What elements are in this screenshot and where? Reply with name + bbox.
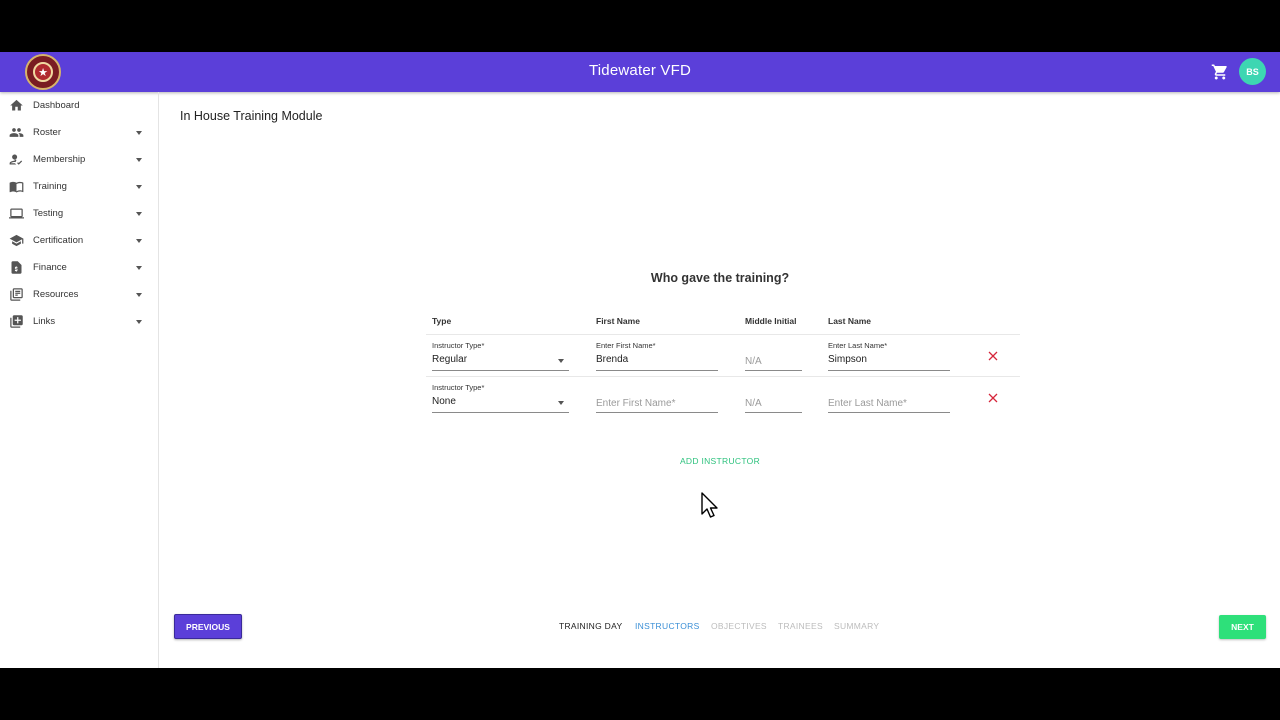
cart-icon[interactable] bbox=[1211, 63, 1229, 81]
remove-instructor-icon[interactable] bbox=[987, 350, 999, 362]
column-header-last-name: Last Name bbox=[828, 316, 871, 326]
step-trainees[interactable]: TRAINEES bbox=[778, 621, 823, 631]
field-underline bbox=[596, 370, 718, 371]
field-placeholder: Enter Last Name* bbox=[828, 398, 907, 409]
library-icon bbox=[10, 288, 23, 301]
field-underline bbox=[432, 370, 569, 371]
chevron-down-icon bbox=[136, 319, 142, 324]
sidebar-item-label: Membership bbox=[33, 154, 86, 165]
table-divider bbox=[426, 334, 1020, 335]
field-label: Enter First Name* bbox=[596, 341, 656, 350]
field-underline bbox=[828, 412, 950, 413]
step-training-day[interactable]: TRAINING DAY bbox=[559, 621, 622, 631]
chevron-down-icon bbox=[136, 157, 142, 162]
field-label: Instructor Type* bbox=[432, 341, 485, 350]
page-title: In House Training Module bbox=[180, 109, 323, 123]
field-underline bbox=[596, 412, 718, 413]
person-check-icon bbox=[9, 154, 23, 165]
sidebar: Dashboard Roster Membership Training Tes… bbox=[0, 92, 159, 668]
step-instructors[interactable]: INSTRUCTORS bbox=[635, 621, 700, 631]
sidebar-item-label: Dashboard bbox=[33, 100, 80, 111]
chevron-down-icon bbox=[558, 359, 564, 363]
chevron-down-icon bbox=[136, 238, 142, 243]
user-avatar[interactable]: BS bbox=[1239, 58, 1266, 85]
field-value: Regular bbox=[432, 354, 468, 365]
chevron-down-icon bbox=[136, 292, 142, 297]
laptop-icon bbox=[9, 208, 24, 219]
sidebar-item-label: Links bbox=[33, 316, 56, 327]
people-icon bbox=[9, 128, 24, 137]
book-icon bbox=[9, 181, 24, 193]
sidebar-item-membership[interactable]: Membership bbox=[0, 146, 158, 173]
field-placeholder: N/A bbox=[745, 356, 762, 367]
field-label: Enter Last Name* bbox=[828, 341, 888, 350]
sidebar-item-label: Resources bbox=[33, 289, 79, 300]
sidebar-item-resources[interactable]: Resources bbox=[0, 281, 158, 308]
field-value: Simpson bbox=[828, 354, 867, 365]
sidebar-item-links[interactable]: Links bbox=[0, 308, 158, 335]
section-question: Who gave the training? bbox=[650, 271, 790, 285]
sidebar-item-label: Roster bbox=[33, 127, 61, 138]
field-underline bbox=[745, 412, 802, 413]
sidebar-item-finance[interactable]: Finance bbox=[0, 254, 158, 281]
field-placeholder: Enter First Name* bbox=[596, 398, 676, 409]
sidebar-item-certification[interactable]: Certification bbox=[0, 227, 158, 254]
sidebar-item-training[interactable]: Training bbox=[0, 173, 158, 200]
previous-button[interactable]: PREVIOUS bbox=[174, 614, 242, 639]
sidebar-item-label: Finance bbox=[33, 262, 67, 273]
chevron-down-icon bbox=[558, 401, 564, 405]
field-placeholder: N/A bbox=[745, 398, 762, 409]
links-icon bbox=[10, 315, 23, 328]
field-label: Instructor Type* bbox=[432, 383, 485, 392]
mouse-cursor-icon bbox=[701, 492, 718, 518]
column-header-type: Type bbox=[432, 316, 452, 326]
field-underline bbox=[432, 412, 569, 413]
sidebar-item-label: Testing bbox=[33, 208, 64, 219]
receipt-icon bbox=[11, 261, 22, 274]
column-header-first-name: First Name bbox=[596, 316, 640, 326]
chevron-down-icon bbox=[136, 211, 142, 216]
sidebar-item-label: Certification bbox=[33, 235, 84, 246]
sidebar-item-testing[interactable]: Testing bbox=[0, 200, 158, 227]
column-header-middle-initial: Middle Initial bbox=[745, 316, 797, 326]
step-summary[interactable]: SUMMARY bbox=[834, 621, 879, 631]
chevron-down-icon bbox=[136, 265, 142, 270]
app-bar: ★ Tidewater VFD BS bbox=[0, 52, 1280, 92]
sidebar-item-label: Training bbox=[33, 181, 67, 192]
add-instructor-button[interactable]: ADD INSTRUCTOR bbox=[660, 456, 780, 466]
home-icon bbox=[10, 99, 23, 111]
next-button[interactable]: NEXT bbox=[1219, 615, 1266, 639]
field-underline bbox=[745, 370, 802, 371]
table-divider bbox=[426, 376, 1020, 377]
sidebar-item-dashboard[interactable]: Dashboard bbox=[0, 92, 158, 119]
field-underline bbox=[828, 370, 950, 371]
school-icon bbox=[9, 234, 24, 247]
chevron-down-icon bbox=[136, 130, 142, 135]
remove-instructor-icon[interactable] bbox=[987, 392, 999, 404]
app-title: Tidewater VFD bbox=[588, 62, 692, 79]
chevron-down-icon bbox=[136, 184, 142, 189]
field-value: None bbox=[432, 396, 456, 407]
sidebar-item-roster[interactable]: Roster bbox=[0, 119, 158, 146]
step-objectives[interactable]: OBJECTIVES bbox=[711, 621, 767, 631]
app-frame: ★ Tidewater VFD BS Dashboard Roster Memb… bbox=[0, 52, 1280, 668]
field-value: Brenda bbox=[596, 354, 629, 365]
